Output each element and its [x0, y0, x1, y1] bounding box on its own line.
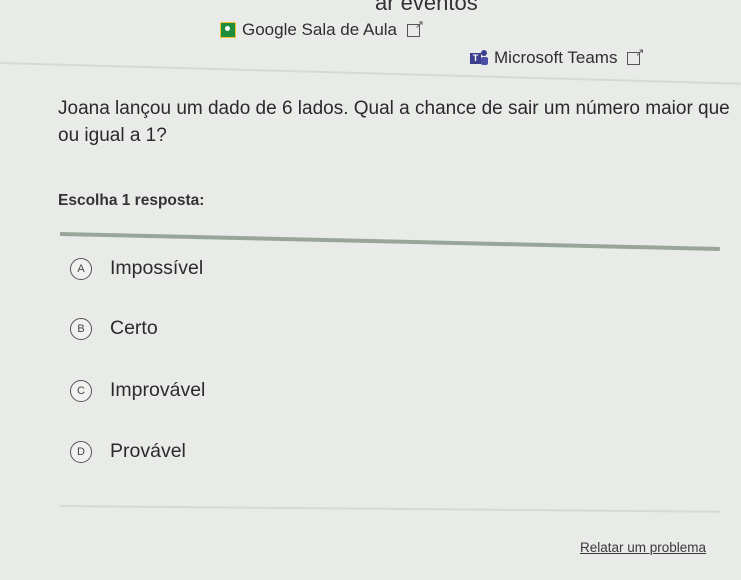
choices-divider	[59, 232, 720, 251]
choice-letter-badge: A	[70, 257, 92, 280]
choice-d[interactable]: D Provável	[70, 440, 186, 463]
choice-letter-badge: B	[70, 317, 92, 340]
microsoft-teams-icon: T	[470, 50, 488, 66]
report-problem-link[interactable]: Relatar um problema	[580, 540, 706, 555]
choice-label: Provável	[110, 440, 186, 462]
choice-b[interactable]: B Certo	[70, 317, 158, 340]
external-link-icon	[627, 46, 644, 65]
choice-letter-badge: C	[70, 379, 92, 402]
share-microsoft-teams-label: Microsoft Teams	[494, 48, 618, 67]
answer-prompt: Escolha 1 resposta:	[58, 192, 205, 209]
share-row: Google Sala de Aula T Microsoft Teams	[0, 14, 741, 67]
choice-letter-badge: D	[70, 440, 92, 463]
external-link-icon	[407, 18, 424, 37]
share-google-classroom-label: Google Sala de Aula	[242, 20, 398, 39]
question-text: Joana lançou um dado de 6 lados. Qual a …	[58, 98, 730, 146]
footer-divider	[59, 505, 720, 513]
choice-label: Improvável	[110, 379, 206, 401]
choice-label: Impossível	[110, 257, 204, 279]
google-classroom-icon	[220, 22, 236, 38]
share-microsoft-teams-link[interactable]: T Microsoft Teams	[470, 46, 644, 68]
choice-label: Certo	[110, 317, 158, 339]
choice-a[interactable]: A Impossível	[70, 257, 203, 280]
share-google-classroom-link[interactable]: Google Sala de Aula	[220, 18, 424, 40]
choice-c[interactable]: C Improvável	[70, 379, 205, 402]
